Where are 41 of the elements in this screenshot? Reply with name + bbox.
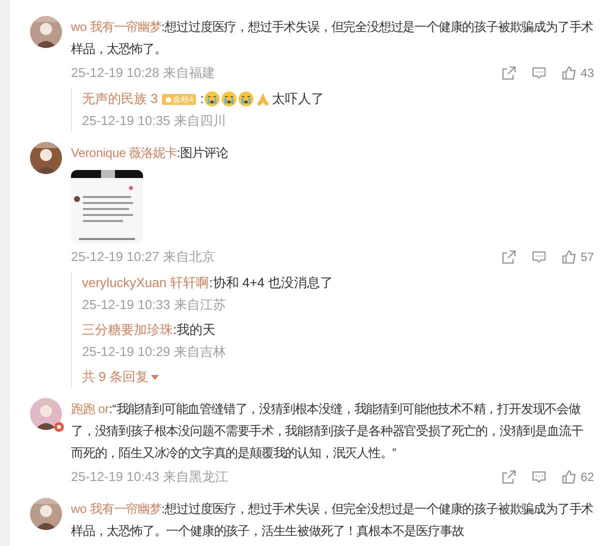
like-count: 57 bbox=[580, 250, 594, 264]
avatar[interactable] bbox=[30, 16, 62, 48]
avatar[interactable] bbox=[30, 498, 62, 530]
comment-time: 25-12-19 10:27 来自北京 bbox=[71, 248, 216, 266]
reply-text: : bbox=[200, 90, 204, 108]
reply-author[interactable]: 三分糖要加珍珠 bbox=[82, 319, 173, 341]
reply-text: :协和 4+4 也没消息了 bbox=[209, 274, 334, 292]
crying-face-icon bbox=[220, 91, 237, 107]
reply-time: 25-12-19 10:33 来自江苏 bbox=[82, 296, 227, 314]
caret-icon bbox=[151, 374, 160, 380]
avatar[interactable] bbox=[30, 398, 62, 430]
reply-time: 25-12-19 10:35 来自四川 bbox=[82, 112, 227, 130]
thumbs-up-icon[interactable] bbox=[560, 469, 577, 485]
crying-face-icon bbox=[204, 91, 220, 107]
reply-text: 太吓人了 bbox=[272, 90, 324, 108]
share-icon[interactable] bbox=[500, 469, 517, 485]
comment-text: 跑跑 or:“我能猜到可能血管缝错了，没猜到根本没缝，我能猜到可能他技术不精，打开发现不会做了，没猜到孩子根本没问题不需要手术，我能猜到孩子是各种器官受损了死亡的，没猜到是血流干而死的，陌生又冰冷的文字真的是颠覆我的认知，泯灭人性。” bbox=[71, 401, 584, 462]
crying-face-icon bbox=[238, 91, 254, 107]
verified-badge-icon bbox=[54, 422, 64, 432]
comment-text: wo 我有一帘幽梦:想过过度医疗，想过手术失误，但完全没想过是一个健康的孩子被欺骗成为了手术样品，太恐怖了。一个健康的孩子，活生生被做死了！真根本不是医疗事故 bbox=[71, 501, 594, 540]
comment-text: Veronique 薇洛妮卡:图片评论 bbox=[71, 145, 229, 162]
share-icon[interactable] bbox=[500, 65, 517, 81]
reply-author[interactable]: 无声的民族 3 bbox=[82, 88, 158, 110]
comment-text: wo 我有一帘幽梦:想过过度医疗，想过手术失误，但完全没想过是一个健康的孩子被欺骗成为了手术样品，太恐怖了。 bbox=[71, 19, 594, 58]
reply-author[interactable]: veryluckyXuan 轩轩啊 bbox=[82, 272, 210, 294]
comment-icon[interactable] bbox=[530, 469, 547, 485]
comment-icon[interactable] bbox=[530, 65, 547, 81]
more-replies-link[interactable]: 共 9 条回复 bbox=[82, 366, 594, 388]
praying-hands-icon bbox=[254, 91, 271, 107]
reply-time: 25-12-19 10:29 来自吉林 bbox=[82, 343, 227, 361]
avatar[interactable] bbox=[30, 142, 62, 174]
reply-text: :我的天 bbox=[173, 321, 216, 339]
fan-badge: 金粉4 bbox=[162, 94, 196, 104]
thumbs-up-icon[interactable] bbox=[560, 249, 577, 265]
like-count: 62 bbox=[580, 470, 594, 484]
comment-time: 25-12-19 10:43 来自黑龙江 bbox=[71, 468, 229, 486]
thumbs-up-icon[interactable] bbox=[560, 65, 577, 81]
share-icon[interactable] bbox=[500, 249, 517, 265]
like-count: 43 bbox=[580, 66, 594, 80]
comment-time: 25-12-19 10:28 来自福建 bbox=[71, 64, 216, 82]
comment-icon[interactable] bbox=[530, 249, 547, 265]
